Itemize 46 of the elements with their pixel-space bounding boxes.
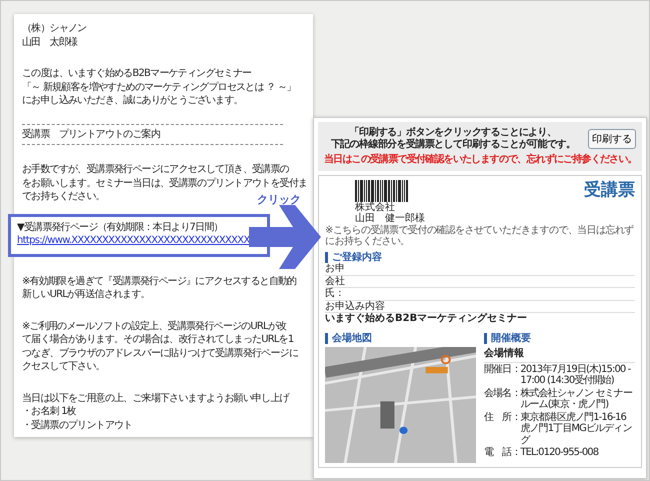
section-heading: 会場地図 <box>325 332 476 344</box>
section-heading: 受講票 プリントアウトのご案内 <box>22 124 283 145</box>
info-value: TEL:0120-955-008 <box>520 447 600 458</box>
email-text-line: 「～ 新規顧客を増やすためのマーケティングプロセスとは ？ ～」 <box>22 80 296 94</box>
ticket-title: 受講票 <box>584 180 635 200</box>
email-text-line: ※ご利用のメールソフトの設定上、受講票発行ページのURLが改 <box>22 320 286 333</box>
info-label: 開催日： <box>484 364 520 376</box>
addressee-text: 山田 健一郎様 <box>355 213 426 224</box>
section-heading: 開催概要 <box>484 332 635 344</box>
email-text-line: この度は、いますぐ始めるB2Bマーケティングセミナー <box>22 67 252 80</box>
field-label: お申 <box>325 263 635 276</box>
url-link[interactable]: https://www.XXXXXXXXXXXXXXXXXXXXXXXXXXXXX <box>17 235 250 246</box>
field-label: お申込み内容 <box>325 300 635 313</box>
info-value: 2013年7月19日(木)15:00 - 17:00 (14:30受付開始) <box>520 364 632 386</box>
email-text-line: クセスして下さい。 <box>22 360 105 374</box>
subheading: 会場情報 <box>484 346 635 362</box>
email-text-line: つなぎ、ブラウザのアドレスバーに貼りつけて受講票発行ページに <box>22 346 298 360</box>
email-text-line: て届く場合があります。その場合は、改行されてしまったURLを1 <box>22 333 294 346</box>
email-text-line: でお持ちください。 <box>22 190 105 204</box>
seminar-name: いますぐ始めるB2Bマーケティングセミナー <box>325 313 528 324</box>
note-text: ※こちらの受講票で受付の確認をさせていただきますので、当日は忘れずにお持ちください。 <box>325 224 635 248</box>
email-text-line: お手数ですが、受講票発行ページにアクセスして頂き、受講票の <box>22 163 289 176</box>
info-label: 電 話： <box>484 447 520 458</box>
print-button[interactable]: 印刷する <box>588 128 636 148</box>
info-value: 株式会社シャノン セミナールーム(東京・虎ノ門) <box>520 388 634 410</box>
email-text-line: （株）シャノン <box>22 22 86 36</box>
addressee-text: 株式会社 <box>355 202 396 212</box>
email-text-line: ・受講票のプリントアウト <box>22 418 132 432</box>
warning-text: 当日はこの受講票で受付確認をいたしますので、忘れずにご持参ください。 <box>324 154 636 166</box>
email-text-line: 山田 太郎様 <box>22 36 78 49</box>
info-label: 住 所： <box>484 412 520 424</box>
notice-text: 「印刷する」ボタンをクリックすることにより、 <box>348 127 558 138</box>
section-heading: ご登録内容 <box>325 252 635 263</box>
email-text-line: にお申し込みいただき、誠にありがとうございます。 <box>22 94 243 108</box>
info-label: 会場名： <box>484 388 520 400</box>
email-text-line: ・お名刺 1枚 <box>22 405 76 418</box>
email-text-line: 新しいURLが再送信されます。 <box>22 288 150 302</box>
field-label: 氏 : <box>325 288 635 300</box>
info-value: 東京都港区虎ノ門1-16-16 虎ノ門1丁目MGビルディング <box>520 412 632 446</box>
field-label: 会社 <box>325 276 635 288</box>
notice-text: 下記の枠線部分を受講票として印刷することが可能です。 <box>330 138 576 150</box>
click-label: クリック <box>257 192 301 207</box>
email-text-line: ※有効期限を過ぎて『受講票発行ページ』にアクセスすると自動的 <box>22 274 296 288</box>
link-caption: ▼受講票発行ページ（有効期限：本日より7日間） <box>17 220 223 234</box>
email-text-line: をお願いします。セミナー当日は、受講票のプリントアウトを受付ま <box>22 176 308 190</box>
email-text-line: 当日は以下をご用意の上、ご来場下さいますようお願い申し上げ <box>22 392 289 405</box>
